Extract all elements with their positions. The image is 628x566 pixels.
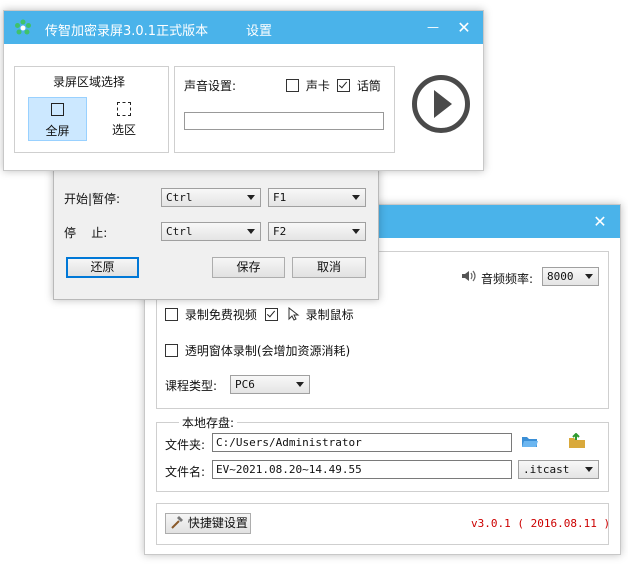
record-area-title: 录屏区域选择 (53, 75, 126, 89)
course-type-value: PC6 (235, 378, 255, 391)
main-window: 传智加密录屏3.0.1正式版本 设置 — ✕ 录屏区域选择 全屏 选区 声音设置… (3, 10, 484, 171)
start-modifier-select[interactable]: Ctrl (161, 188, 261, 207)
transparent-record-checkbox[interactable] (165, 344, 178, 357)
chevron-down-icon (352, 195, 360, 200)
sound-settings-label: 声音设置: (184, 79, 237, 93)
audio-rate-label: 音频频率: (481, 272, 534, 286)
local-storage-title: 本地存盘: (179, 414, 238, 431)
hammer-icon (171, 516, 183, 529)
settings-close-button[interactable]: ✕ (585, 205, 615, 238)
chevron-down-icon (585, 467, 593, 472)
folder-label: 文件夹: (165, 438, 206, 452)
stop-key-select[interactable]: F2 (268, 222, 366, 241)
chevron-down-icon (585, 274, 593, 279)
chevron-down-icon (352, 229, 360, 234)
chevron-down-icon (247, 195, 255, 200)
open-folder-icon[interactable] (521, 433, 539, 452)
version-text: v3.0.1 ( 2016.08.11 ) (471, 517, 611, 530)
fullscreen-icon (51, 103, 64, 116)
save-button[interactable]: 保存 (212, 257, 285, 278)
speaker-icon (461, 269, 477, 286)
folder-input[interactable]: C:/Users/Administrator (212, 433, 512, 452)
start-modifier-value: Ctrl (166, 191, 193, 204)
stop-label-text: 停 止: (64, 226, 108, 240)
stop-key-value: F2 (273, 225, 287, 238)
filename-label: 文件名: (165, 465, 206, 479)
fullscreen-label: 全屏 (45, 124, 70, 138)
mic-label: 话筒 (356, 79, 381, 93)
transparent-record-option[interactable]: 透明窗体录制(会增加资源消耗) (165, 342, 350, 359)
audio-rate-select[interactable]: 8000 (542, 267, 599, 286)
cursor-icon (288, 306, 300, 321)
stop-modifier-value: Ctrl (166, 225, 193, 238)
mic-option[interactable]: 话筒 (337, 77, 381, 94)
minimize-button[interactable]: — (418, 11, 448, 44)
close-button[interactable]: ✕ (449, 11, 479, 44)
hotkey-panel: 开始|暂停: Ctrl F1 停 止: Ctrl F2 还原 保存 取消 (53, 166, 379, 300)
mic-checkbox[interactable] (337, 79, 350, 92)
cancel-button[interactable]: 取消 (292, 257, 366, 278)
selection-label: 选区 (111, 123, 136, 137)
record-free-video-option[interactable]: 录制免费视频 (165, 306, 257, 323)
record-mouse-option[interactable]: 录制鼠标 (265, 306, 354, 323)
soundcard-checkbox[interactable] (286, 79, 299, 92)
play-circle-icon (412, 75, 470, 133)
start-pause-label: 开始|暂停: (64, 192, 121, 206)
course-type-label: 课程类型: (165, 379, 218, 393)
stop-label: 停 止: (64, 224, 107, 241)
app-title: 传智加密录屏3.0.1正式版本 (45, 24, 209, 39)
record-mouse-checkbox[interactable] (265, 308, 278, 321)
audio-rate-value: 8000 (547, 270, 574, 283)
play-button[interactable] (411, 74, 471, 134)
start-key-value: F1 (273, 191, 287, 204)
fullscreen-option[interactable]: 全屏 (28, 97, 87, 141)
chevron-down-icon (296, 382, 304, 387)
transparent-record-label: 透明窗体录制(会增加资源消耗) (184, 344, 351, 358)
record-free-video-checkbox[interactable] (165, 308, 178, 321)
soundcard-option[interactable]: 声卡 (286, 77, 330, 94)
course-type-select[interactable]: PC6 (230, 375, 310, 394)
chevron-down-icon (247, 229, 255, 234)
settings-link[interactable]: 设置 (246, 20, 272, 39)
restore-button[interactable]: 还原 (66, 257, 139, 278)
selection-icon (117, 102, 131, 116)
selection-option[interactable]: 选区 (98, 97, 150, 141)
record-mouse-label: 录制鼠标 (305, 308, 354, 322)
extension-value: .itcast (523, 463, 570, 476)
start-key-select[interactable]: F1 (268, 188, 366, 207)
sound-level-meter (184, 112, 384, 130)
extension-select[interactable]: .itcast (518, 460, 599, 479)
record-free-video-label: 录制免费视频 (184, 308, 257, 322)
stop-modifier-select[interactable]: Ctrl (161, 222, 261, 241)
filename-input[interactable]: EV~2021.08.20~14.49.55 (212, 460, 512, 479)
browse-folder-icon[interactable] (568, 432, 586, 452)
soundcard-label: 声卡 (305, 79, 330, 93)
app-logo-icon (14, 19, 32, 40)
shortcut-settings-label: 快捷键设置 (187, 516, 248, 530)
shortcut-settings-button[interactable]: 快捷键设置 (165, 513, 251, 534)
